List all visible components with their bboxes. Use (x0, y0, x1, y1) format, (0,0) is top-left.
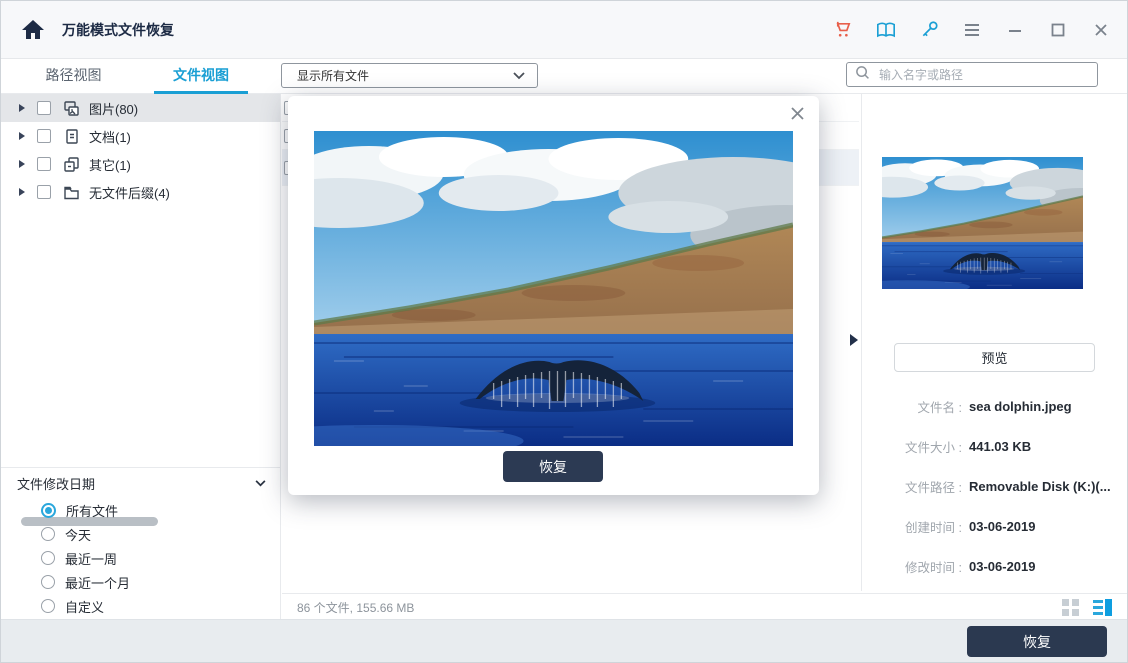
file-size-value: 441.03 KB (969, 438, 1032, 454)
chevron-right-icon[interactable] (19, 188, 25, 196)
panel-collapse-icon[interactable] (850, 334, 858, 346)
sidebar-item-no-extension[interactable]: 无文件后缀(4) (1, 178, 280, 206)
maximize-icon[interactable] (1048, 20, 1068, 40)
radio-selected[interactable] (41, 502, 56, 518)
file-count-summary: 86 个文件, 155.66 MB (297, 601, 415, 615)
date-option-custom[interactable]: 自定义 (31, 594, 280, 618)
modal-recover-button[interactable]: 恢复 (503, 451, 603, 482)
sidebar-item-others[interactable]: 其它(1) (1, 150, 280, 178)
others-icon (63, 156, 80, 173)
chevron-right-icon[interactable] (19, 132, 25, 140)
documents-icon (63, 128, 80, 145)
folder-icon (63, 184, 80, 201)
titlebar: 万能模式文件恢复 (1, 1, 1127, 59)
radio-label: 今天 (65, 527, 92, 543)
preview-panel: 预览 文件名 : sea dolphin.jpeg 文件大小 : 441.03 … (850, 94, 1127, 591)
view-switcher (1062, 599, 1127, 616)
field-label: 文件名 : (917, 400, 962, 415)
preview-button[interactable]: 预览 (894, 343, 1095, 372)
sidebar-item-documents[interactable]: 文档(1) (1, 122, 280, 150)
radio-label: 最近一个月 (65, 575, 131, 591)
titlebar-actions (833, 20, 1127, 40)
sidebar-item-label: 文档(1) (89, 129, 131, 145)
app-window: 万能模式文件恢复 路径视图 文件视图 显示所有文件 输入名字或路径 图片(80)… (0, 0, 1128, 663)
horizontal-scrollbar[interactable] (1, 454, 280, 526)
date-filter-title: 文件修改日期 (17, 476, 96, 492)
others-checkbox[interactable] (37, 157, 51, 171)
file-filter-dropdown[interactable]: 显示所有文件 (281, 63, 538, 88)
list-view-icon[interactable] (1093, 599, 1113, 616)
close-icon[interactable] (1091, 20, 1111, 40)
file-name-row: 文件名 : sea dolphin.jpeg (862, 386, 1127, 426)
date-filter-section: 文件修改日期 所有文件 今天 最近一周 最近一个月 自定义 (1, 467, 280, 618)
date-option-all-files[interactable]: 所有文件 (31, 498, 280, 522)
radio-label: 最近一周 (65, 551, 118, 567)
file-thumbnail[interactable] (882, 157, 1083, 289)
file-name-value: sea dolphin.jpeg (969, 398, 1072, 414)
radio[interactable] (41, 575, 55, 589)
modal-close-icon[interactable] (789, 105, 806, 122)
pictures-checkbox[interactable] (37, 101, 51, 115)
radio[interactable] (41, 527, 55, 541)
modified-time-value: 03-06-2019 (969, 558, 1036, 574)
field-label: 文件大小 : (905, 440, 962, 455)
field-label: 创建时间 : (905, 520, 962, 535)
minimize-icon[interactable] (1005, 20, 1025, 40)
pictures-icon (63, 100, 80, 117)
no-extension-checkbox[interactable] (37, 185, 51, 199)
sidebar-item-label: 无文件后缀(4) (89, 185, 170, 201)
file-size-row: 文件大小 : 441.03 KB (862, 426, 1127, 466)
date-option-today[interactable]: 今天 (31, 522, 280, 546)
menu-icon[interactable] (962, 20, 982, 40)
home-icon[interactable] (21, 19, 45, 40)
tab-file-view[interactable]: 文件视图 (146, 59, 256, 94)
created-time-value: 03-06-2019 (969, 518, 1036, 534)
chevron-right-icon[interactable] (19, 104, 25, 112)
radio[interactable] (41, 551, 55, 565)
modified-time-row: 修改时间 : 03-06-2019 (862, 546, 1127, 586)
manual-book-icon[interactable] (876, 20, 896, 40)
field-label: 修改时间 : (905, 560, 962, 575)
documents-checkbox[interactable] (37, 129, 51, 143)
sidebar: 图片(80) 文档(1) 其它(1) 无文件后缀(4) 文件修改日期 所有文件 … (1, 94, 281, 619)
grid-view-icon[interactable] (1062, 599, 1079, 616)
status-bar: 86 个文件, 155.66 MB (282, 593, 1127, 621)
date-option-last-week[interactable]: 最近一周 (31, 546, 280, 570)
chevron-down-icon (513, 71, 525, 80)
page-title: 万能模式文件恢复 (62, 21, 174, 38)
created-time-row: 创建时间 : 03-06-2019 (862, 506, 1127, 546)
preview-modal: 恢复 (288, 96, 819, 495)
chevron-right-icon[interactable] (19, 160, 25, 168)
toolbar: 路径视图 文件视图 显示所有文件 (1, 59, 1127, 94)
preview-photo (314, 131, 793, 446)
search-icon (855, 65, 870, 85)
chevron-down-icon (255, 479, 266, 487)
file-filter-value: 显示所有文件 (297, 69, 370, 83)
recover-button[interactable]: 恢复 (967, 626, 1107, 657)
file-path-value: Removable Disk (K:)(... (969, 478, 1111, 494)
key-icon[interactable] (919, 20, 939, 40)
date-option-last-month[interactable]: 最近一个月 (31, 570, 280, 594)
radio-label: 自定义 (65, 599, 105, 615)
radio-label: 所有文件 (66, 503, 119, 519)
sidebar-item-label: 其它(1) (89, 157, 131, 173)
radio[interactable] (41, 599, 55, 613)
tab-path-view[interactable]: 路径视图 (1, 59, 146, 94)
bottom-bar: 恢复 (1, 619, 1127, 662)
search-box[interactable] (846, 62, 1098, 87)
search-input[interactable] (877, 66, 1089, 83)
sidebar-item-pictures[interactable]: 图片(80) (1, 94, 280, 122)
date-filter-header[interactable]: 文件修改日期 (1, 468, 280, 498)
field-label: 文件路径 : (905, 480, 962, 495)
cart-icon[interactable] (833, 20, 853, 40)
file-path-row: 文件路径 : Removable Disk (K:)(... (862, 466, 1127, 506)
sidebar-item-label: 图片(80) (89, 101, 139, 117)
file-info: 文件名 : sea dolphin.jpeg 文件大小 : 441.03 KB … (862, 386, 1127, 586)
